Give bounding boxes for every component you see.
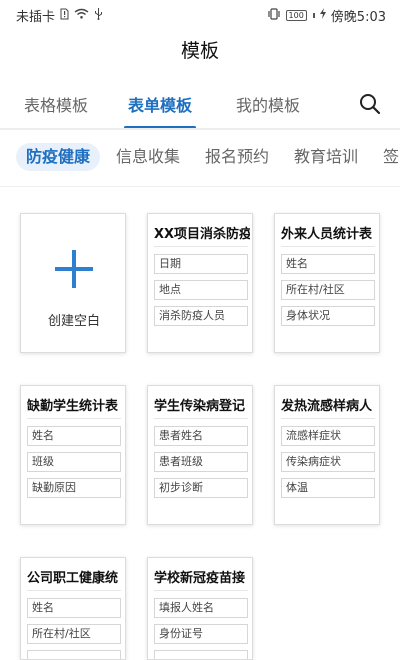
template-card[interactable]: 外来人员统计表 姓名 所在村/社区 身体状况 (274, 213, 380, 353)
carrier-label: 未插卡 (16, 9, 56, 25)
template-field: 缺勤原因 (27, 478, 121, 498)
category-info-collection[interactable]: 信息收集 (116, 143, 180, 171)
template-title-divider (154, 590, 248, 591)
template-field: 患者姓名 (154, 426, 248, 446)
template-title: 学生传染病登记 (154, 399, 246, 414)
search-icon (360, 94, 381, 115)
battery-level: 100 (288, 10, 304, 20)
template-field: 体温 (281, 478, 375, 498)
template-field: 姓名 (27, 426, 121, 446)
template-field: 填报人姓名 (154, 598, 248, 618)
template-card[interactable]: 学生传染病登记 患者姓名 患者班级 初步诊断 (147, 385, 253, 525)
template-title: 公司职工健康统 (27, 571, 119, 586)
template-card[interactable]: 发热流感样病人 流感样症状 传染病症状 体温 (274, 385, 380, 525)
tab-my-templates[interactable]: 我的模板 (236, 92, 300, 116)
template-field: 日期 (154, 254, 248, 274)
top-tabs-divider (0, 128, 400, 130)
template-title-divider (281, 246, 375, 247)
template-title: 发热流感样病人 (281, 399, 373, 414)
category-tab-bar: 防疫健康 信息收集 报名预约 教育培训 签 (0, 140, 400, 174)
top-tab-bar: 表格模板 表单模板 我的模板 (0, 84, 400, 130)
template-card[interactable]: XX项目消杀防疫 日期 地点 消杀防疫人员 (147, 213, 253, 353)
category-registration[interactable]: 报名预约 (205, 143, 269, 171)
template-title-divider (281, 418, 375, 419)
tab-table-templates[interactable]: 表格模板 (24, 92, 88, 116)
template-field: 所在村/社区 (281, 280, 375, 300)
clock: 傍晚5:03 (330, 9, 386, 25)
page-title: 模板 (180, 40, 219, 62)
plus-icon (55, 250, 93, 288)
template-field (154, 650, 248, 659)
template-title: 学校新冠疫苗接 (154, 571, 246, 586)
category-education[interactable]: 教育培训 (294, 143, 358, 171)
category-epidemic-health[interactable]: 防疫健康 (16, 143, 101, 171)
template-title-divider (27, 590, 121, 591)
template-field: 初步诊断 (154, 478, 248, 498)
create-blank-card[interactable]: 创建空白 (20, 213, 126, 353)
battery-indicator: 100 (285, 9, 307, 21)
template-field: 流感样症状 (281, 426, 375, 446)
vibrate-icon (267, 7, 281, 23)
template-field: 班级 (27, 452, 121, 472)
battery-tip (312, 12, 315, 18)
tab-form-templates[interactable]: 表单模板 (128, 92, 192, 116)
status-left: 未插卡 (16, 6, 103, 25)
template-title-divider (27, 418, 121, 419)
template-title: 缺勤学生统计表 (27, 399, 119, 414)
template-title-divider (154, 246, 248, 247)
create-blank-label: 创建空白 (47, 314, 100, 329)
status-bar: 未插卡 100 傍晚5:03 (0, 0, 400, 30)
template-card[interactable]: 学校新冠疫苗接 填报人姓名 身份证号 (147, 557, 253, 660)
status-right: 100 傍晚5:03 (267, 6, 386, 25)
category-divider (0, 186, 400, 187)
template-field: 姓名 (281, 254, 375, 274)
wifi-icon (74, 8, 89, 22)
template-field: 传染病症状 (281, 452, 375, 472)
template-title: 外来人员统计表 (281, 227, 373, 242)
template-field: 身份证号 (154, 624, 248, 644)
template-field: 地点 (154, 280, 248, 300)
template-card[interactable]: 公司职工健康统 姓名 所在村/社区 (20, 557, 126, 660)
template-field: 患者班级 (154, 452, 248, 472)
template-field: 身体状况 (281, 306, 375, 326)
usb-icon (94, 7, 103, 23)
template-title: XX项目消杀防疫 (154, 227, 250, 242)
template-field (27, 650, 121, 659)
template-field: 姓名 (27, 598, 121, 618)
sim-alert-icon (60, 8, 69, 23)
template-field: 消杀防疫人员 (154, 306, 248, 326)
template-card[interactable]: 缺勤学生统计表 姓名 班级 缺勤原因 (20, 385, 126, 525)
category-sign[interactable]: 签 (383, 143, 399, 171)
charging-icon (319, 8, 326, 22)
template-field: 所在村/社区 (27, 624, 121, 644)
template-title-divider (154, 418, 248, 419)
search-button[interactable] (356, 90, 384, 118)
